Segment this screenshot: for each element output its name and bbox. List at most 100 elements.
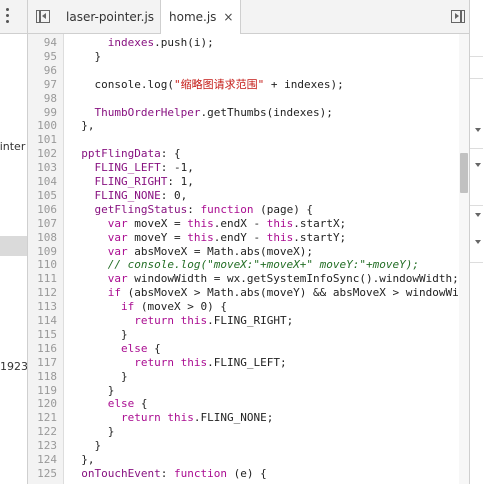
- line-number: 120: [37, 397, 57, 411]
- line-number: 110: [37, 258, 57, 272]
- code-line: else {: [68, 397, 148, 411]
- line-number: 100: [37, 119, 57, 133]
- code-editor[interactable]: 94 95 96 97 98 99 100 101 102 103 104 105 106 107 108 1…: [28, 34, 469, 484]
- code-token: var: [68, 244, 128, 258]
- code-token: : {: [160, 147, 181, 161]
- code-token: .FLING_RIGHT;: [207, 314, 294, 327]
- code-token: this: [173, 355, 208, 369]
- code-token: : 0,: [160, 188, 188, 202]
- line-number: 102: [37, 147, 57, 161]
- chevron-down-icon[interactable]: [475, 163, 481, 167]
- code-line: pptFlingData: {: [68, 147, 181, 161]
- code-token: (moveX > 0) {: [134, 300, 227, 314]
- code-token: }: [68, 425, 115, 439]
- left-panel-toolbar: [0, 0, 27, 34]
- code-line: return this.FLING_NONE;: [68, 411, 273, 425]
- code-token: return: [68, 355, 174, 369]
- code-token: .endX -: [213, 216, 267, 230]
- code-token: FLING_LEFT: [68, 161, 161, 175]
- line-number: 119: [37, 383, 57, 397]
- line-number: 106: [37, 202, 57, 216]
- code-line: }: [68, 439, 101, 453]
- code-line: if (absMoveX > Math.abs(moveY) && absMov…: [68, 286, 459, 300]
- line-number: 121: [37, 411, 57, 425]
- tab-laser-pointer-js[interactable]: laser-pointer.js: [58, 0, 162, 34]
- code-token: this: [187, 216, 214, 230]
- left-panel-text-pointer: pointer: [0, 140, 26, 153]
- code-token: var: [68, 230, 128, 244]
- chevron-down-icon[interactable]: [475, 213, 481, 217]
- code-line: // console.log("moveX:"+moveX+" moveY:"+…: [68, 258, 419, 272]
- code-token: console.log(: [68, 77, 174, 91]
- toggle-debugger-icon[interactable]: [451, 10, 465, 23]
- code-line: console.log("缩略图请求范围" + indexes);: [68, 77, 343, 92]
- code-token: FLING_RIGHT: [68, 175, 168, 188]
- code-token: }: [68, 327, 128, 341]
- chevron-down-icon[interactable]: [475, 128, 481, 132]
- tab-label: laser-pointer.js: [66, 10, 155, 24]
- code-token: .getThumbs(indexes);: [200, 105, 333, 119]
- code-token: },: [68, 453, 95, 466]
- code-token: .FLING_LEFT;: [207, 355, 287, 369]
- code-token: if: [68, 286, 121, 300]
- code-area[interactable]: indexes.push(i); } console.log("缩略图请求范围"…: [64, 34, 459, 484]
- right-sidebar-panel: [469, 0, 483, 484]
- divider: [470, 205, 483, 206]
- line-number: 107: [37, 216, 57, 230]
- line-number: 125: [37, 466, 57, 480]
- line-number: 105: [37, 188, 57, 202]
- code-token: var: [68, 216, 128, 230]
- line-number: 96: [43, 63, 57, 77]
- close-tab-icon[interactable]: ×: [223, 0, 233, 34]
- line-number: 118: [37, 369, 57, 383]
- code-token: indexes: [107, 36, 155, 49]
- code-token: absMoveX = Math.abs(moveX);: [127, 244, 314, 258]
- tab-label: home.js: [169, 10, 217, 24]
- code-token: onTouchEvent: [68, 466, 161, 480]
- code-token: if: [68, 300, 135, 314]
- line-number: 117: [37, 355, 57, 369]
- code-line: if (moveX > 0) {: [68, 300, 227, 314]
- code-token: .startY;: [293, 230, 347, 244]
- scrollbar-thumb[interactable]: [460, 153, 468, 193]
- toggle-navigator-icon[interactable]: [36, 10, 50, 23]
- line-number: 116: [37, 341, 57, 355]
- line-number: 104: [37, 175, 57, 188]
- code-token: ThumbOrderHelper: [68, 105, 201, 119]
- code-token: var: [68, 272, 128, 286]
- code-token: .startX;: [293, 216, 347, 230]
- code-token: }: [68, 49, 102, 63]
- chevron-down-icon[interactable]: [475, 240, 481, 244]
- more-options-icon[interactable]: [6, 8, 10, 24]
- code-token: }: [68, 439, 102, 453]
- code-line: }: [68, 384, 115, 398]
- code-token: .FLING_NONE;: [193, 411, 274, 425]
- tab-home-js[interactable]: home.js ×: [160, 0, 242, 35]
- divider: [470, 78, 483, 79]
- line-number: 95: [43, 49, 57, 63]
- vertical-scrollbar[interactable]: [459, 34, 469, 484]
- left-panel-selected-row[interactable]: [0, 236, 27, 256]
- code-token: },: [68, 119, 95, 133]
- code-token: // console.log("moveX:"+moveX+" moveY:"+…: [68, 258, 419, 272]
- line-number: 114: [37, 314, 57, 327]
- left-sidebar-panel: pointer 1923: [0, 0, 28, 484]
- code-token: this: [160, 411, 194, 425]
- left-panel-text-1923: 1923: [0, 360, 28, 373]
- code-line: else {: [68, 342, 161, 356]
- code-token: return: [68, 411, 161, 425]
- line-number: 122: [37, 425, 57, 439]
- code-token: pptFlingData: [68, 147, 161, 161]
- code-token: this: [266, 216, 294, 230]
- code-token: (absMoveX > Math.abs(moveY) && absMoveX …: [120, 286, 459, 300]
- code-token: }: [68, 369, 128, 383]
- code-line: indexes.push(i);: [68, 36, 214, 50]
- code-token: (e) {: [226, 466, 267, 480]
- code-line: var windowWidth = wx.getSystemInfoSync()…: [68, 272, 459, 286]
- code-line: FLING_LEFT: -1,: [68, 161, 193, 175]
- code-line: }: [68, 370, 128, 384]
- code-token: .push(i);: [154, 36, 214, 49]
- divider: [470, 56, 483, 57]
- code-token: {: [134, 397, 148, 411]
- code-token: getFlingStatus: [68, 202, 188, 216]
